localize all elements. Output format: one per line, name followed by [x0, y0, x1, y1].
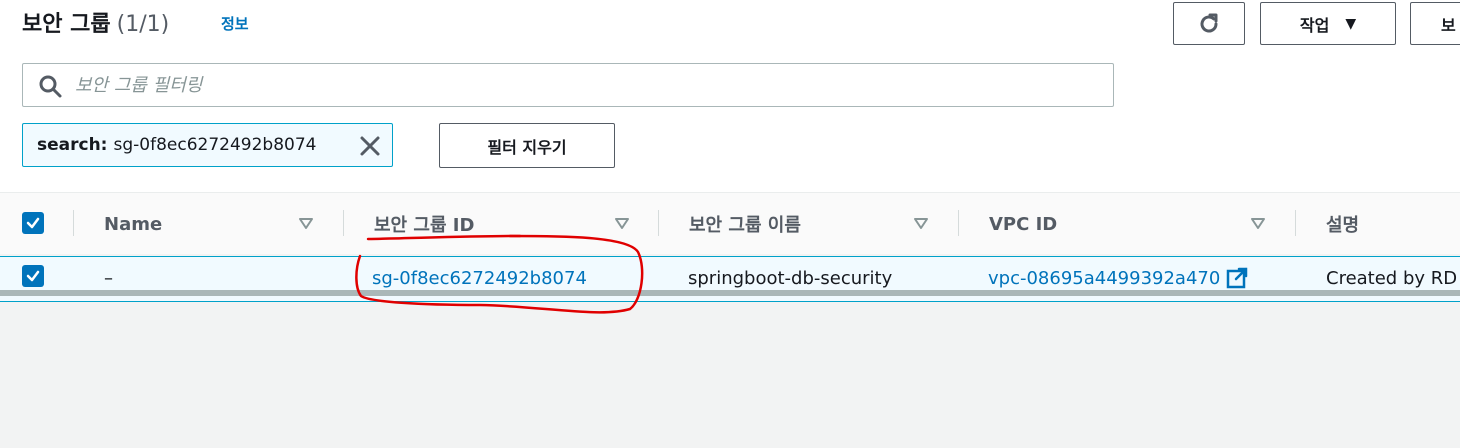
refresh-button[interactable] — [1173, 2, 1245, 45]
cell-name: – — [104, 267, 113, 289]
actions-button[interactable]: 작업 ▼ — [1260, 2, 1396, 45]
caret-down-icon: ▼ — [1345, 15, 1357, 32]
external-link-icon[interactable] — [1226, 267, 1248, 289]
checkbox-checked-icon — [26, 217, 40, 229]
cell-vpc-id-link[interactable]: vpc-08695a4499392a470 — [988, 268, 1220, 289]
search-icon — [39, 75, 62, 98]
clear-filters-label: 필터 지우기 — [487, 137, 567, 157]
column-header-name[interactable]: Name — [104, 193, 162, 255]
refresh-icon — [1200, 13, 1218, 32]
sort-icon[interactable] — [614, 215, 630, 231]
search-field[interactable] — [22, 63, 1114, 107]
info-link[interactable]: 정보 — [221, 13, 249, 34]
select-all-checkbox[interactable] — [22, 212, 44, 234]
sort-icon[interactable] — [1250, 215, 1266, 231]
page-title-text: 보안 그룹 — [22, 12, 111, 37]
clear-filters-button[interactable]: 필터 지우기 — [439, 123, 615, 168]
column-divider — [958, 210, 959, 236]
column-header-group-name[interactable]: 보안 그룹 이름 — [689, 193, 801, 255]
cell-description: Created by RD — [1326, 267, 1458, 289]
column-header-group-id[interactable]: 보안 그룹 ID — [374, 193, 474, 255]
row-checkbox[interactable] — [22, 265, 44, 287]
page-title: 보안 그룹 (1/1) — [22, 6, 169, 38]
column-header-description[interactable]: 설명 — [1326, 193, 1359, 255]
sort-icon[interactable] — [913, 215, 929, 231]
checkbox-checked-icon — [26, 270, 40, 282]
cell-group-id-link[interactable]: sg-0f8ec6272492b8074 — [372, 256, 587, 300]
table-header: Name 보안 그룹 ID 보안 그룹 이름 VPC ID 설명 — [0, 192, 1460, 254]
close-icon[interactable] — [357, 133, 383, 159]
create-button[interactable]: 보 — [1410, 2, 1460, 45]
filter-token-key: search: — [37, 135, 108, 155]
actions-button-label: 작업 — [1299, 15, 1330, 35]
cell-vpc-id: vpc-08695a4499392a470 — [988, 256, 1248, 300]
column-divider — [658, 210, 659, 236]
search-input[interactable] — [75, 64, 1105, 106]
sort-icon[interactable] — [298, 215, 314, 231]
column-divider — [1295, 210, 1296, 236]
create-button-label: 보 — [1441, 15, 1456, 35]
column-divider — [343, 210, 344, 236]
cell-group-name: springboot-db-security — [688, 267, 893, 289]
page-title-count: (1/1) — [116, 12, 170, 37]
filter-token: search: sg-0f8ec6272492b8074 — [22, 123, 393, 167]
column-divider — [73, 210, 74, 236]
column-header-vpc-id[interactable]: VPC ID — [989, 193, 1057, 255]
filter-token-value: sg-0f8ec6272492b8074 — [113, 135, 317, 155]
